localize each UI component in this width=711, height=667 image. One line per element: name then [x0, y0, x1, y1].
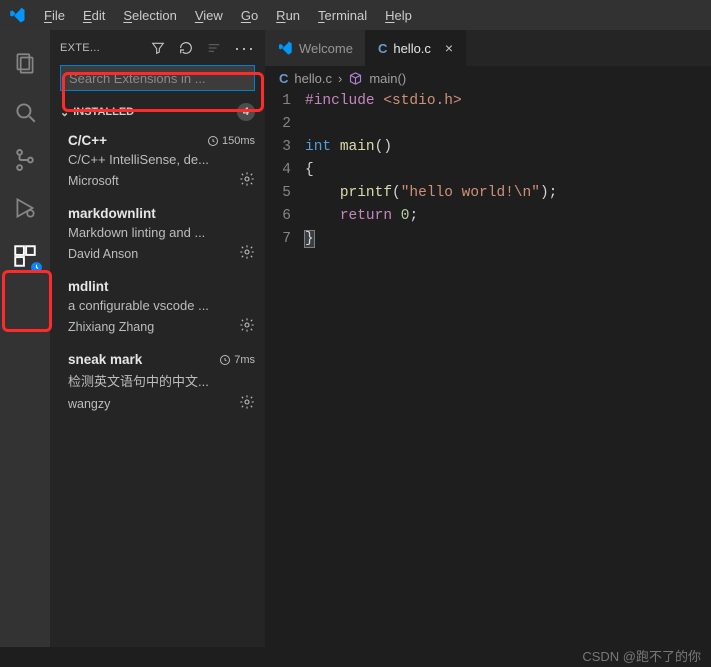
watermark: CSDN @跑不了的你	[582, 646, 701, 665]
chevron-right-icon: ›	[338, 71, 342, 86]
extension-desc: 检测英文语句中的中文...	[68, 371, 255, 390]
extension-item[interactable]: markdownlint Markdown linting and ... Davi…	[50, 198, 265, 271]
menu-go[interactable]: Go	[233, 4, 266, 27]
gear-icon[interactable]	[239, 317, 255, 336]
tab-label: Welcome	[299, 41, 353, 56]
extension-name: mdlint	[68, 279, 109, 294]
close-icon[interactable]: ×	[445, 40, 453, 56]
activity-run[interactable]	[1, 184, 49, 232]
c-file-icon: C	[378, 41, 387, 56]
extension-item[interactable]: sneak mark 7ms 检测英文语句中的中文... wangzy	[50, 344, 265, 421]
extension-publisher: Microsoft	[68, 174, 119, 188]
installed-label: INSTALLED	[73, 106, 134, 118]
code-editor[interactable]: 1234567 #include <stdio.h> int main(){ p…	[265, 90, 711, 251]
more-icon[interactable]: ···	[234, 39, 255, 57]
extension-name: sneak mark	[68, 352, 142, 367]
installed-count-badge: 4	[237, 103, 255, 121]
code-content[interactable]: #include <stdio.h> int main(){ printf("h…	[305, 90, 557, 251]
filter-icon[interactable]	[150, 40, 166, 56]
symbol-cube-icon	[348, 71, 363, 86]
breadcrumb-file-icon: C	[279, 71, 288, 86]
activity-search[interactable]	[1, 88, 49, 136]
line-gutter: 1234567	[265, 90, 305, 251]
extension-item[interactable]: C/C++ 150ms C/C++ IntelliSense, de... Micro…	[50, 125, 265, 198]
menu-terminal[interactable]: Terminal	[310, 4, 375, 27]
extensions-list: C/C++ 150ms C/C++ IntelliSense, de... Micro…	[50, 125, 265, 421]
extension-name: C/C++	[68, 133, 107, 148]
menu-selection[interactable]: Selection	[115, 4, 184, 27]
extensions-sidebar: EXTE... ··· ⌄ INSTALLED 4 C/C++150msC/C+…	[50, 30, 265, 647]
gear-icon[interactable]	[239, 394, 255, 413]
menu-file[interactable]: File	[36, 4, 73, 27]
menu-bar: FileEditSelectionViewGoRunTerminalHelp	[36, 4, 420, 27]
gear-icon[interactable]	[239, 171, 255, 190]
sidebar-title: EXTE...	[60, 42, 100, 54]
extension-desc: Markdown linting and ...	[68, 225, 255, 240]
gear-icon[interactable]	[239, 244, 255, 263]
tab-label: hello.c	[393, 41, 431, 56]
tab-bar: Welcome Chello.c ×	[265, 30, 711, 66]
extension-publisher: wangzy	[68, 397, 110, 411]
extension-load-time: 7ms	[219, 354, 255, 366]
tab-welcome[interactable]: Welcome	[265, 30, 366, 66]
activity-scm[interactable]	[1, 136, 49, 184]
extension-publisher: David Anson	[68, 247, 138, 261]
activity-extensions[interactable]	[1, 232, 49, 280]
extension-load-time: 150ms	[207, 135, 255, 147]
chevron-down-icon: ⌄	[60, 106, 69, 119]
extension-desc: a configurable vscode ...	[68, 298, 255, 313]
clock-badge-icon	[30, 261, 43, 274]
extension-item[interactable]: mdlint a configurable vscode ... Zhixiang …	[50, 271, 265, 344]
search-wrap	[50, 65, 265, 99]
activity-bar	[0, 30, 50, 647]
extension-publisher: Zhixiang Zhang	[68, 320, 154, 334]
editor-area: Welcome Chello.c × C hello.c › main() 1234…	[265, 30, 711, 647]
menu-run[interactable]: Run	[268, 4, 308, 27]
installed-section-header[interactable]: ⌄ INSTALLED 4	[50, 99, 265, 125]
menu-help[interactable]: Help	[377, 4, 420, 27]
breadcrumb-symbol: main()	[369, 71, 406, 86]
titlebar: FileEditSelectionViewGoRunTerminalHelp	[0, 0, 711, 30]
refresh-icon[interactable]	[178, 40, 194, 56]
activity-explorer[interactable]	[1, 40, 49, 88]
extensions-search-input[interactable]	[60, 65, 255, 91]
sidebar-header: EXTE... ···	[50, 30, 265, 65]
menu-view[interactable]: View	[187, 4, 231, 27]
clear-icon[interactable]	[206, 40, 222, 56]
vscode-app-icon	[8, 6, 26, 24]
breadcrumbs[interactable]: C hello.c › main()	[265, 66, 711, 90]
breadcrumb-file: hello.c	[294, 71, 332, 86]
extension-desc: C/C++ IntelliSense, de...	[68, 152, 255, 167]
extension-name: markdownlint	[68, 206, 156, 221]
tab-hello-c[interactable]: Chello.c ×	[366, 30, 466, 66]
menu-edit[interactable]: Edit	[75, 4, 113, 27]
